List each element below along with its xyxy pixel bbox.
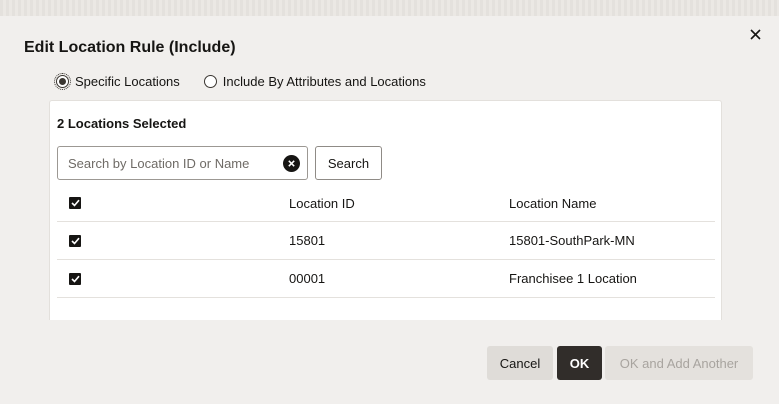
- cell-location-id: 15801: [289, 233, 326, 248]
- locations-table: Location ID Location Name 15801 15801-So…: [57, 185, 715, 298]
- table-row[interactable]: 00001 Franchisee 1 Location: [57, 260, 715, 298]
- cell-location-name: Franchisee 1 Location: [509, 271, 637, 286]
- radio-button-checked[interactable]: [54, 73, 71, 90]
- cell-location-name: 15801-SouthPark-MN: [509, 233, 635, 248]
- close-button[interactable]: [745, 24, 765, 44]
- radio-label: Specific Locations: [75, 74, 180, 89]
- radio-label: Include By Attributes and Locations: [222, 74, 426, 89]
- ok-and-add-another-button[interactable]: OK and Add Another: [605, 346, 753, 380]
- checkmark-icon: [70, 275, 80, 283]
- radio-button-unchecked[interactable]: [203, 75, 217, 88]
- location-mode-radio-group: Specific Locations Include By Attributes…: [54, 73, 426, 90]
- checkmark-icon: [70, 237, 80, 245]
- column-header-location-id[interactable]: Location ID: [289, 185, 355, 221]
- row-checkbox[interactable]: [69, 234, 81, 247]
- search-input[interactable]: [58, 155, 273, 171]
- select-all-checkbox[interactable]: [69, 197, 81, 209]
- dialog-title: Edit Location Rule (Include): [24, 39, 236, 56]
- selected-count: 2 Locations Selected: [57, 116, 187, 131]
- search-button[interactable]: Search: [315, 146, 382, 180]
- ok-button[interactable]: OK: [557, 346, 602, 380]
- search-field[interactable]: [57, 146, 308, 180]
- clear-search-icon[interactable]: [283, 155, 300, 172]
- close-icon: [749, 28, 761, 40]
- radio-specific-locations[interactable]: Specific Locations: [54, 73, 180, 90]
- edit-location-rule-dialog: Edit Location Rule (Include) Specific Lo…: [0, 16, 779, 404]
- cancel-button[interactable]: Cancel: [487, 346, 553, 380]
- row-checkbox[interactable]: [69, 272, 81, 285]
- table-header-row: Location ID Location Name: [57, 185, 715, 222]
- radio-include-by-attributes[interactable]: Include By Attributes and Locations: [203, 74, 426, 89]
- table-row[interactable]: 15801 15801-SouthPark-MN: [57, 222, 715, 260]
- column-header-location-name[interactable]: Location Name: [509, 185, 596, 221]
- locations-panel: 2 Locations Selected Search Locat: [49, 100, 722, 320]
- cell-location-id: 00001: [289, 271, 326, 286]
- background-strip: [0, 0, 779, 16]
- checkmark-icon: [70, 199, 80, 207]
